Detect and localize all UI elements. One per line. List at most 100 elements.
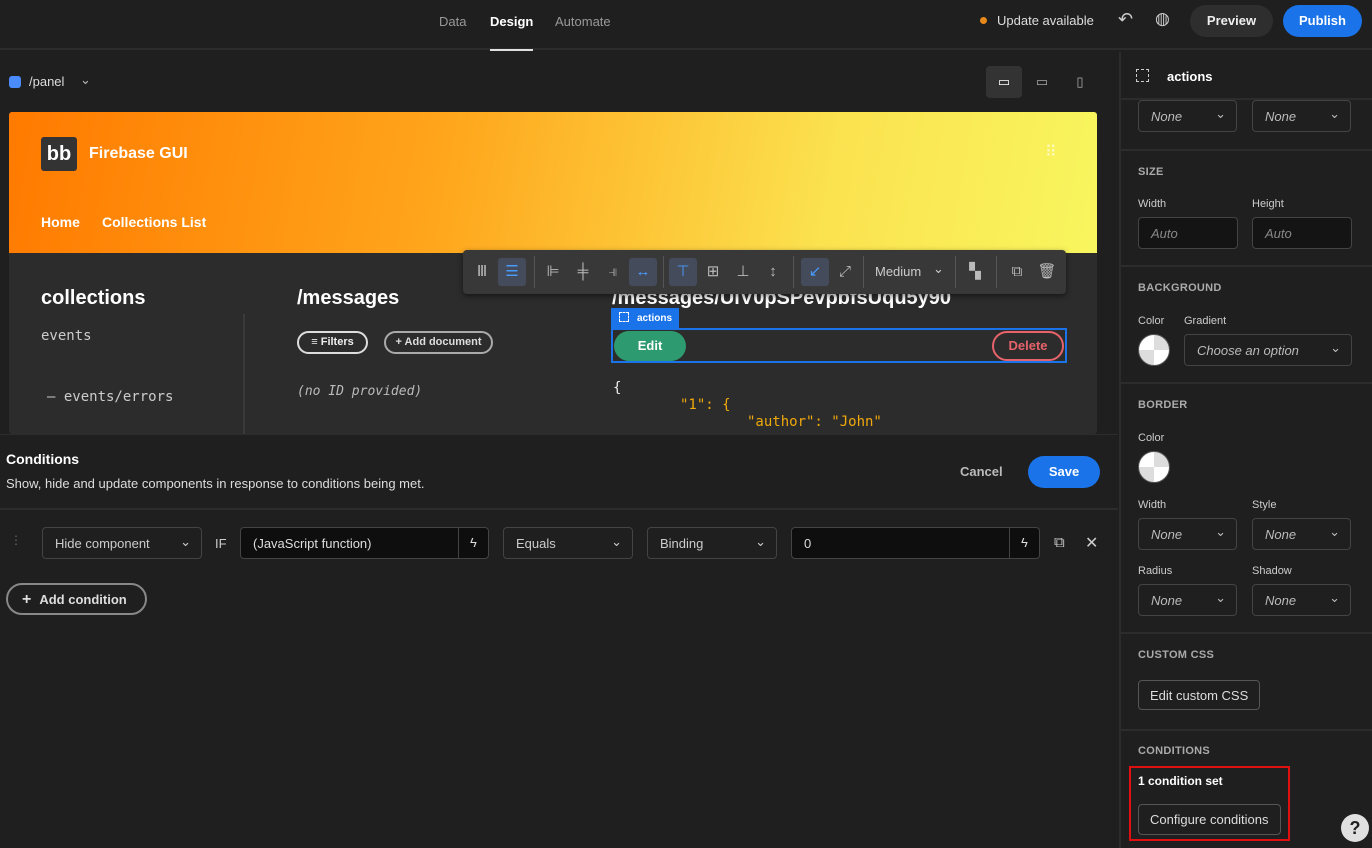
section-title: CONDITIONS (1138, 745, 1211, 757)
chevron-down-icon: ⌄ (611, 534, 622, 549)
container-icon (1136, 69, 1149, 82)
tablet-icon[interactable]: ▭ (1028, 66, 1056, 98)
add-document-button[interactable]: + Add document (384, 331, 493, 354)
rows-icon[interactable]: ☰ (498, 258, 526, 286)
stretch-vertical-icon[interactable]: ↕ (759, 258, 787, 286)
background-section: BACKGROUND Color Gradient Choose an opti… (1121, 265, 1372, 383)
lightning-icon[interactable]: ϟ (458, 528, 488, 558)
background-color-picker[interactable] (1138, 334, 1170, 366)
json-line: { (613, 380, 622, 396)
component-tag-label: actions (637, 313, 673, 324)
color-label: Color (1138, 432, 1165, 444)
radius-label: Radius (1138, 565, 1173, 577)
border-width-select[interactable]: None ⌄ (1138, 518, 1237, 550)
divider (243, 314, 245, 434)
screen-icon (9, 76, 21, 88)
route-selector[interactable]: /panel (29, 74, 64, 89)
top-dropdown[interactable]: None ⌄ (1138, 100, 1237, 132)
chevron-down-icon[interactable]: ⌄ (80, 72, 91, 88)
add-condition-button[interactable]: + Add condition (6, 583, 147, 615)
action-select[interactable]: Hide component ⌄ (42, 527, 202, 559)
update-available-link[interactable]: Update available (997, 13, 1094, 28)
messages-title: /messages (297, 287, 400, 309)
chevron-down-icon: ⌄ (1215, 590, 1226, 605)
operator-select[interactable]: Equals ⌄ (503, 527, 633, 559)
app-grid-icon[interactable]: ⠿ (1045, 142, 1057, 162)
conditions-section: CONDITIONS 1 condition set Configure con… (1121, 729, 1372, 848)
condition-value-input[interactable]: (JavaScript function) ϟ (240, 527, 489, 559)
json-line: "author": "John" (747, 414, 882, 430)
chevron-down-icon[interactable]: ⌄ (933, 261, 944, 277)
tab-data[interactable]: Data (439, 14, 466, 29)
gradient-select-value: Choose an option (1197, 343, 1299, 358)
condition-count: 1 condition set (1138, 774, 1223, 788)
chevron-down-icon: ⌄ (1330, 340, 1341, 355)
preview-button[interactable]: Preview (1190, 5, 1273, 37)
undo-icon[interactable]: ↶ (1118, 9, 1133, 30)
layout-icon[interactable]: ▚ (961, 258, 989, 286)
component-tag: actions (611, 308, 679, 328)
collection-item[interactable]: events (41, 328, 92, 344)
section-title: BORDER (1138, 399, 1188, 411)
width-label: Width (1138, 499, 1167, 511)
border-radius-select[interactable]: None ⌄ (1138, 584, 1237, 616)
stretch-horizontal-icon[interactable]: ↔ (629, 258, 657, 286)
container-icon (619, 312, 629, 322)
width-label: Width (1138, 198, 1167, 210)
mobile-icon[interactable]: ▯ (1066, 66, 1094, 98)
actions-container[interactable]: Edit Delete (611, 328, 1067, 363)
save-button[interactable]: Save (1028, 456, 1100, 488)
plus-icon: + (22, 591, 32, 608)
nav-collections-list[interactable]: Collections List (102, 214, 206, 230)
conditions-drawer: Conditions Show, hide and update compone… (0, 434, 1118, 848)
top-dropdown-value: None (1151, 109, 1183, 124)
conditions-title: Conditions (6, 451, 80, 467)
height-input[interactable]: Auto (1252, 217, 1352, 249)
close-icon[interactable]: ✕ (1085, 533, 1098, 553)
tab-design[interactable]: Design (490, 14, 534, 51)
publish-button[interactable]: Publish (1283, 5, 1362, 37)
gradient-select[interactable]: Choose an option ⌄ (1184, 334, 1352, 366)
trash-icon[interactable]: 🗑 (1033, 258, 1061, 286)
align-middle-icon[interactable]: ⊞ (699, 258, 727, 286)
duplicate-icon[interactable]: ⧉ (1003, 258, 1031, 286)
chevron-down-icon: ⌄ (1215, 524, 1226, 539)
align-left-icon[interactable]: ⊫ (539, 258, 567, 286)
reference-value-input[interactable]: 0ϟ (791, 527, 1040, 559)
border-style-select[interactable]: None ⌄ (1252, 518, 1351, 550)
divider (0, 508, 1118, 510)
columns-icon[interactable]: Ⅲ (468, 258, 496, 286)
nav-home[interactable]: Home (41, 214, 80, 230)
align-right-icon[interactable]: ⫣ (599, 258, 627, 286)
select-value: None (1151, 527, 1183, 542)
shadow-select[interactable]: None ⌄ (1252, 584, 1351, 616)
drag-handle-icon[interactable]: ⋮ (10, 533, 22, 547)
border-color-picker[interactable] (1138, 451, 1170, 483)
globe-icon[interactable]: ◍ (1155, 9, 1170, 29)
edit-button[interactable]: Edit (614, 331, 686, 361)
edit-custom-css-button[interactable]: Edit custom CSS (1138, 680, 1261, 710)
align-bottom-icon[interactable]: ⊥ (729, 258, 757, 286)
type-select[interactable]: Binding ⌄ (647, 527, 777, 559)
top-dropdown[interactable]: None ⌄ (1252, 100, 1351, 132)
cancel-button[interactable]: Cancel (960, 464, 1003, 479)
update-dot-icon (980, 17, 987, 24)
width-input[interactable]: Auto (1138, 217, 1238, 249)
filters-button[interactable]: ≡ Filters (297, 331, 368, 354)
collection-item[interactable]: – events/errors (47, 389, 173, 405)
chevron-down-icon: ⌄ (180, 534, 191, 549)
desktop-icon[interactable]: ▭ (986, 66, 1022, 98)
grow-icon[interactable]: ⤢ (831, 258, 859, 286)
configure-conditions-button[interactable]: Configure conditions (1138, 804, 1281, 835)
shrink-icon[interactable]: ↙ (801, 258, 829, 286)
delete-button[interactable]: Delete (992, 331, 1064, 361)
align-top-icon[interactable]: ⊤ (669, 258, 697, 286)
tab-automate[interactable]: Automate (555, 14, 611, 29)
top-bar: Data Design Automate Update available ↶ … (0, 0, 1372, 51)
reference-value-text: 0 (804, 536, 812, 551)
help-button[interactable]: ? (1341, 814, 1369, 842)
align-center-icon[interactable]: ╪ (569, 258, 597, 286)
size-dropdown[interactable]: Medium (875, 264, 921, 279)
duplicate-icon[interactable]: ⧉ (1054, 534, 1065, 551)
lightning-icon[interactable]: ϟ (1009, 528, 1039, 558)
